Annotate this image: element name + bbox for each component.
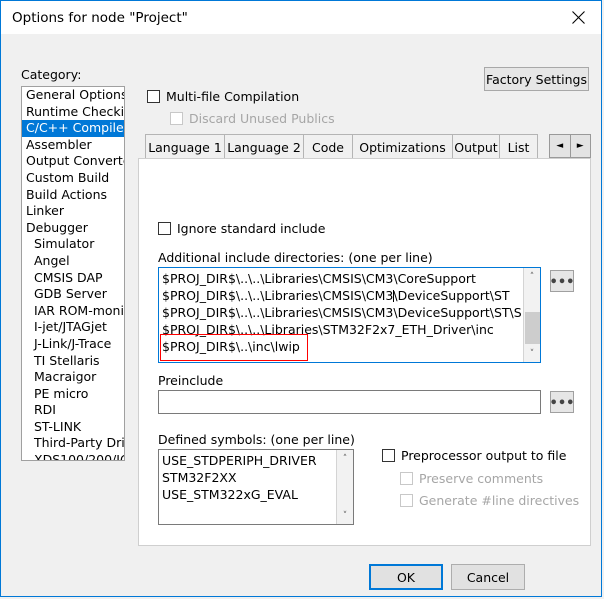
include-line: $PROJ_DIR$\..\..\Libraries\STM32F2x7_ETH…: [162, 322, 494, 337]
scrollbar-thumb[interactable]: [525, 312, 540, 344]
triangle-left-icon[interactable]: ◄: [550, 135, 571, 157]
category-item-xds100-200-icdi[interactable]: XDS100/200/ICDI: [22, 452, 124, 460]
category-item-debugger[interactable]: Debugger: [22, 220, 124, 237]
tab-strip: Language 1 Language 2 Code Optimizations Out…: [145, 134, 543, 159]
category-item-macraigor[interactable]: Macraigor: [22, 369, 124, 386]
tab-language-2[interactable]: Language 2: [224, 134, 304, 159]
include-line: $PROJ_DIR$\..\..\Libraries\CMSIS\CM3\Dev…: [162, 305, 521, 320]
checkbox-box: [147, 90, 160, 103]
category-item-simulator[interactable]: Simulator: [22, 236, 124, 253]
category-item-build-actions[interactable]: Build Actions: [22, 187, 124, 204]
include-lines: $PROJ_DIR$\..\..\Libraries\CMSIS\CM3\Cor…: [162, 270, 521, 355]
category-item-linker[interactable]: Linker: [22, 203, 124, 220]
category-item-assembler[interactable]: Assembler: [22, 137, 124, 154]
text-caret: [392, 290, 394, 302]
title-bar: Options for node "Project": [1, 1, 601, 34]
category-item-ti-stellaris[interactable]: TI Stellaris: [22, 353, 124, 370]
category-item-custom-build[interactable]: Custom Build: [22, 170, 124, 187]
defined-symbols-lines: USE_STDPERIPH_DRIVER STM32F2XX USE_STM322x…: [162, 452, 334, 503]
browse-preinclude-button[interactable]: •••: [550, 391, 574, 413]
scroll-down-icon[interactable]: ˅: [337, 507, 353, 524]
preserve-comments-checkbox: Preserve comments: [400, 471, 543, 486]
generate-line-directives-label: Generate #line directives: [419, 493, 580, 508]
defined-symbol-line: STM32F2XX: [162, 470, 237, 485]
checkbox-box: [382, 449, 395, 462]
tab-code[interactable]: Code: [303, 134, 353, 159]
factory-settings-button[interactable]: Factory Settings: [484, 67, 589, 91]
category-item-third-party-driver[interactable]: Third-Party Driver: [22, 435, 124, 452]
scroll-down-icon[interactable]: ˅: [524, 345, 540, 362]
category-item-angel[interactable]: Angel: [22, 253, 124, 270]
category-item-gdb-server[interactable]: GDB Server: [22, 286, 124, 303]
include-line: $PROJ_DIR$\..\..\Libraries\CMSIS\CM3\Cor…: [162, 271, 476, 286]
defined-symbols-label: Defined symbols: (one per line): [158, 432, 355, 447]
close-icon-glyph: [572, 10, 585, 24]
category-item-rdi[interactable]: RDI: [22, 402, 124, 419]
category-item-iar-rom-monitor[interactable]: IAR ROM-monitor: [22, 303, 124, 320]
category-item-runtime-checking[interactable]: Runtime Checking: [22, 104, 124, 121]
preprocessor-output-checkbox[interactable]: Preprocessor output to file: [382, 448, 566, 463]
category-item-i-jet-jtagjet[interactable]: I-jet/JTAGjet: [22, 319, 124, 336]
tab-list[interactable]: List: [499, 134, 538, 159]
scroll-up-icon[interactable]: ˄: [337, 450, 353, 467]
ok-button[interactable]: OK: [369, 564, 443, 590]
multi-file-compilation-label: Multi-file Compilation: [166, 89, 300, 104]
discard-unused-publics-label: Discard Unused Publics: [189, 111, 335, 126]
cancel-button[interactable]: Cancel: [451, 564, 525, 590]
defined-symbol-line: USE_STM322xG_EVAL: [162, 487, 298, 502]
category-item-j-link-j-trace[interactable]: J-Link/J-Trace: [22, 336, 124, 353]
close-icon[interactable]: [556, 1, 601, 33]
checkbox-box: [400, 472, 413, 485]
triangle-right-icon[interactable]: ►: [571, 135, 591, 157]
multi-file-compilation-checkbox[interactable]: Multi-file Compilation: [147, 89, 299, 104]
ignore-standard-include-checkbox[interactable]: Ignore standard include directories: [158, 221, 325, 236]
include-scrollbar[interactable]: ˄ ˅: [523, 268, 540, 362]
category-item-c-c-compiler[interactable]: C/C++ Compiler: [22, 120, 124, 137]
tab-optimizations[interactable]: Optimizations: [352, 134, 453, 159]
preprocessor-output-label: Preprocessor output to file: [401, 448, 567, 463]
category-item-pe-micro[interactable]: PE micro: [22, 386, 124, 403]
include-line: $PROJ_DIR$\..\inc\lwip: [162, 339, 300, 354]
include-line: $PROJ_DIR$\..\..\Libraries\CMSIS\CM3\Dev…: [162, 288, 510, 303]
discard-unused-publics-checkbox: Discard Unused Publics: [170, 111, 335, 126]
preserve-comments-label: Preserve comments: [419, 471, 544, 486]
category-label: Category:: [21, 67, 82, 82]
category-item-cmsis-dap[interactable]: CMSIS DAP: [22, 270, 124, 287]
category-list[interactable]: General OptionsRuntime CheckingC/C++ Com…: [21, 86, 125, 461]
defined-symbols-scrollbar[interactable]: ˄ ˅: [336, 450, 353, 524]
category-item-st-link[interactable]: ST-LINK: [22, 419, 124, 436]
preinclude-label: Preinclude: [158, 373, 224, 388]
category-item-general-options[interactable]: General Options: [22, 87, 124, 104]
tab-scroll-buttons[interactable]: ◄ ►: [549, 134, 591, 158]
browse-include-button[interactable]: •••: [550, 270, 574, 292]
ignore-standard-include-label: Ignore standard include directories: [177, 221, 325, 236]
options-dialog: Options for node "Project" Category: Gen…: [0, 0, 602, 597]
defined-symbol-line: USE_STDPERIPH_DRIVER: [162, 453, 317, 468]
additional-include-directories-input[interactable]: $PROJ_DIR$\..\..\Libraries\CMSIS\CM3\Cor…: [158, 267, 541, 363]
checkbox-box: [400, 494, 413, 507]
checkbox-box: [158, 222, 171, 235]
category-item-output-converter[interactable]: Output Converter: [22, 153, 124, 170]
generate-line-directives-checkbox: Generate #line directives: [400, 493, 579, 508]
tab-language-1[interactable]: Language 1: [145, 134, 225, 159]
window-title: Options for node "Project": [12, 10, 188, 26]
checkbox-box: [170, 112, 183, 125]
defined-symbols-input[interactable]: USE_STDPERIPH_DRIVER STM32F2XX USE_STM322x…: [158, 449, 354, 525]
tab-output[interactable]: Output: [452, 134, 500, 159]
scroll-up-icon[interactable]: ˄: [524, 268, 540, 285]
additional-include-label: Additional include directories: (one per…: [158, 250, 433, 265]
preinclude-input[interactable]: [158, 390, 541, 414]
